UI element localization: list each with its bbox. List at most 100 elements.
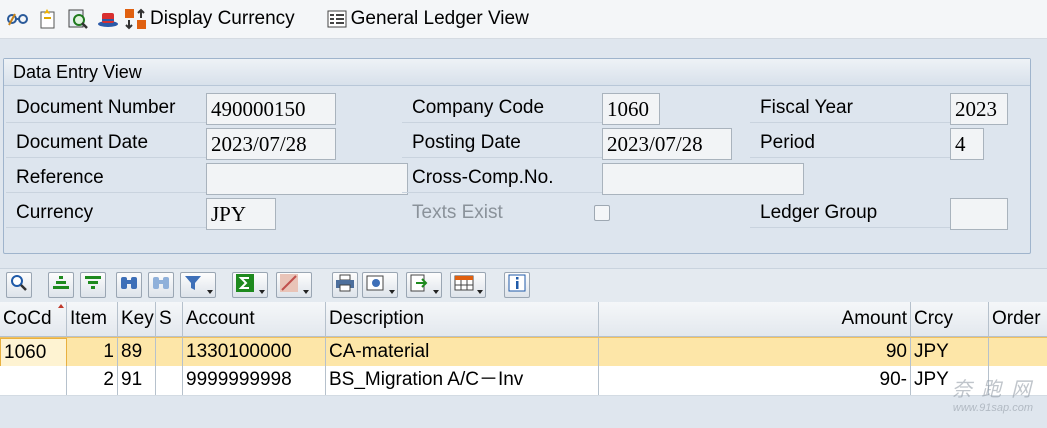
general-ledger-view-button[interactable]: General Ledger View bbox=[325, 6, 535, 32]
sort-ascending-button[interactable] bbox=[48, 272, 74, 298]
cell-s[interactable] bbox=[156, 366, 183, 395]
print-button[interactable] bbox=[332, 272, 358, 298]
display-currency-button[interactable]: Display Currency bbox=[124, 6, 301, 32]
sort-indicator-icon bbox=[58, 304, 64, 308]
cell-account[interactable]: 9999999998 bbox=[183, 366, 326, 395]
info-icon bbox=[508, 274, 526, 297]
column-header-crcy[interactable]: Crcy bbox=[911, 302, 989, 336]
layout-dropdown-arrow-icon bbox=[477, 290, 483, 294]
grid-empty-area bbox=[0, 396, 1047, 428]
period-field[interactable]: 4 bbox=[950, 128, 984, 160]
column-header-item[interactable]: Item bbox=[67, 302, 118, 336]
company-code-label: Company Code bbox=[402, 93, 602, 123]
texts-exist-label: Texts Exist bbox=[412, 202, 503, 223]
sort-ascending-icon bbox=[52, 274, 70, 297]
cell-account[interactable]: 1330100000 bbox=[183, 338, 326, 367]
application-toolbar: Display Currency General Ledger View bbox=[0, 0, 1047, 39]
general-ledger-view-label: General Ledger View bbox=[350, 8, 529, 29]
fiscal-year-field[interactable]: 2023 bbox=[950, 93, 1008, 125]
currency-field[interactable]: JPY bbox=[206, 198, 276, 230]
hat-icon[interactable] bbox=[96, 7, 120, 31]
sort-descending-icon bbox=[84, 274, 102, 297]
find-next-button[interactable] bbox=[148, 272, 174, 298]
information-button[interactable] bbox=[504, 272, 530, 298]
cell-key[interactable]: 89 bbox=[118, 338, 156, 367]
cross-comp-no-label: Cross-Comp.No. bbox=[402, 163, 602, 193]
subtotal-button[interactable] bbox=[276, 272, 312, 298]
watermark-logo: 奈 跑 网 www.91sap.com bbox=[952, 373, 1033, 414]
cell-cocd[interactable] bbox=[0, 366, 67, 395]
panel-title: Data Entry View bbox=[4, 59, 1030, 86]
ledger-group-field[interactable] bbox=[950, 198, 1008, 230]
export-icon bbox=[410, 274, 430, 297]
currency-conversion-icon bbox=[124, 7, 148, 31]
filter-funnel-icon bbox=[184, 274, 202, 297]
export-dropdown-arrow-icon bbox=[433, 290, 439, 294]
cell-cocd[interactable]: 1060 bbox=[0, 338, 67, 367]
find-button[interactable] bbox=[116, 272, 142, 298]
column-header-amount[interactable]: Amount bbox=[599, 302, 911, 336]
company-code-field[interactable]: 1060 bbox=[602, 93, 660, 125]
table-row[interactable]: 1060 1 89 1330100000 CA-material 90 JPY bbox=[0, 337, 1047, 368]
column-header-s[interactable]: S bbox=[156, 302, 183, 336]
filter-button[interactable] bbox=[180, 272, 216, 298]
column-header-cocd[interactable]: CoCd bbox=[0, 302, 67, 336]
cell-s[interactable] bbox=[156, 338, 183, 367]
grid-header-row: CoCd Item Key S Account Description Amou… bbox=[0, 302, 1047, 337]
cell-order[interactable] bbox=[989, 338, 1047, 367]
posting-date-field[interactable]: 2023/07/28 bbox=[602, 128, 732, 160]
export-button[interactable] bbox=[406, 272, 442, 298]
binoculars-next-icon bbox=[151, 274, 171, 297]
column-header-order[interactable]: Order bbox=[989, 302, 1047, 336]
ledger-list-icon bbox=[325, 7, 349, 31]
details-button[interactable] bbox=[6, 272, 32, 298]
grid-toolbar bbox=[0, 268, 1047, 303]
cell-description[interactable]: CA-material bbox=[326, 338, 599, 367]
views-button[interactable] bbox=[362, 272, 398, 298]
subtotal-dropdown-arrow-icon bbox=[303, 290, 309, 294]
display-currency-label: Display Currency bbox=[150, 8, 295, 29]
data-entry-view-panel: Data Entry View Document Number 49000015… bbox=[3, 58, 1031, 254]
total-button[interactable] bbox=[232, 272, 268, 298]
magnifier-icon bbox=[10, 274, 28, 297]
cell-item[interactable]: 2 bbox=[67, 366, 118, 395]
cell-amount[interactable]: 90 bbox=[599, 338, 911, 367]
texts-exist-checkbox bbox=[594, 205, 610, 221]
cell-item[interactable]: 1 bbox=[67, 338, 118, 367]
reference-field[interactable] bbox=[206, 163, 408, 195]
subtotal-icon bbox=[280, 273, 298, 297]
new-document-icon[interactable] bbox=[36, 7, 60, 31]
table-row[interactable]: 2 91 9999999998 BS_Migration A/C－Inv 90-… bbox=[0, 366, 1047, 396]
currency-label: Currency bbox=[6, 198, 206, 228]
posting-date-label: Posting Date bbox=[402, 128, 602, 158]
find-document-icon[interactable] bbox=[66, 7, 90, 31]
reference-label: Reference bbox=[6, 163, 206, 193]
cross-comp-no-field[interactable] bbox=[602, 163, 804, 195]
cell-amount[interactable]: 90- bbox=[599, 366, 911, 395]
cell-description[interactable]: BS_Migration A/C－Inv bbox=[326, 366, 599, 395]
document-date-label: Document Date bbox=[6, 128, 206, 158]
watermark-url: www.91sap.com bbox=[952, 402, 1033, 414]
filter-dropdown-arrow-icon bbox=[207, 290, 213, 294]
layout-button[interactable] bbox=[450, 272, 486, 298]
column-header-key[interactable]: Key bbox=[118, 302, 156, 336]
ledger-group-label: Ledger Group bbox=[750, 198, 950, 228]
printer-icon bbox=[335, 274, 355, 297]
column-header-account[interactable]: Account bbox=[183, 302, 326, 336]
document-date-field[interactable]: 2023/07/28 bbox=[206, 128, 336, 160]
binoculars-icon bbox=[119, 274, 139, 297]
document-number-label: Document Number bbox=[6, 93, 206, 123]
cell-crcy[interactable]: JPY bbox=[911, 338, 989, 367]
layout-grid-icon bbox=[454, 274, 474, 297]
views-icon bbox=[366, 274, 386, 297]
sort-descending-button[interactable] bbox=[80, 272, 106, 298]
period-label: Period bbox=[750, 128, 950, 158]
cell-key[interactable]: 91 bbox=[118, 366, 156, 395]
document-number-field[interactable]: 490000150 bbox=[206, 93, 336, 125]
glasses-display-icon[interactable] bbox=[6, 7, 30, 31]
column-header-cocd-label: CoCd bbox=[3, 308, 52, 329]
fiscal-year-label: Fiscal Year bbox=[750, 93, 950, 123]
sigma-icon bbox=[236, 273, 254, 297]
column-header-description[interactable]: Description bbox=[326, 302, 599, 336]
views-dropdown-arrow-icon bbox=[389, 290, 395, 294]
